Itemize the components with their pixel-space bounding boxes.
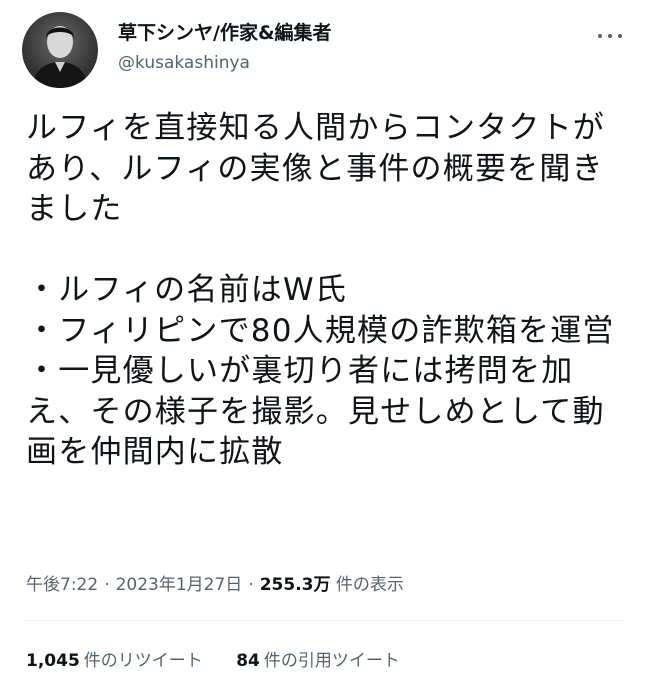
user-name-block[interactable]: 草下シンヤ/作家&編集者 @kusakashinya — [118, 20, 332, 76]
tweet-header: 草下シンヤ/作家&編集者 @kusakashinya — [22, 12, 628, 88]
divider — [26, 620, 626, 621]
display-name[interactable]: 草下シンヤ/作家&編集者 — [118, 20, 332, 46]
meta-separator: · — [248, 575, 254, 595]
quotes-count: 84 — [236, 651, 260, 671]
tweet-meta: 午後7:22 · 2023年1月27日 · 255.3万 件の表示 — [26, 570, 404, 595]
retweets-count: 1,045 — [26, 651, 80, 671]
more-options-button[interactable] — [596, 26, 624, 46]
tweet-stats: 1,045 件のリツイート 84 件の引用ツイート — [26, 646, 428, 671]
more-horizontal-icon — [608, 34, 612, 38]
quotes-label: 件の引用ツイート — [263, 651, 400, 671]
views-label: 件の表示 — [335, 575, 404, 595]
retweets-stat[interactable]: 1,045 件のリツイート — [26, 646, 203, 671]
retweets-label: 件のリツイート — [83, 651, 203, 671]
user-handle[interactable]: @kusakashinya — [118, 50, 332, 76]
meta-separator: · — [104, 575, 110, 595]
quotes-stat[interactable]: 84 件の引用ツイート — [236, 646, 400, 671]
views-count[interactable]: 255.3万 — [260, 575, 331, 595]
more-horizontal-icon — [618, 34, 622, 38]
tweet-text: ルフィを直接知る人間からコンタクトがあり、ルフィの実像と事件の概要を聞きました … — [26, 110, 615, 470]
tweet-date[interactable]: 2023年1月27日 — [116, 575, 243, 595]
avatar[interactable] — [22, 12, 98, 88]
tweet-time[interactable]: 午後7:22 — [26, 575, 98, 595]
more-horizontal-icon — [598, 34, 602, 38]
